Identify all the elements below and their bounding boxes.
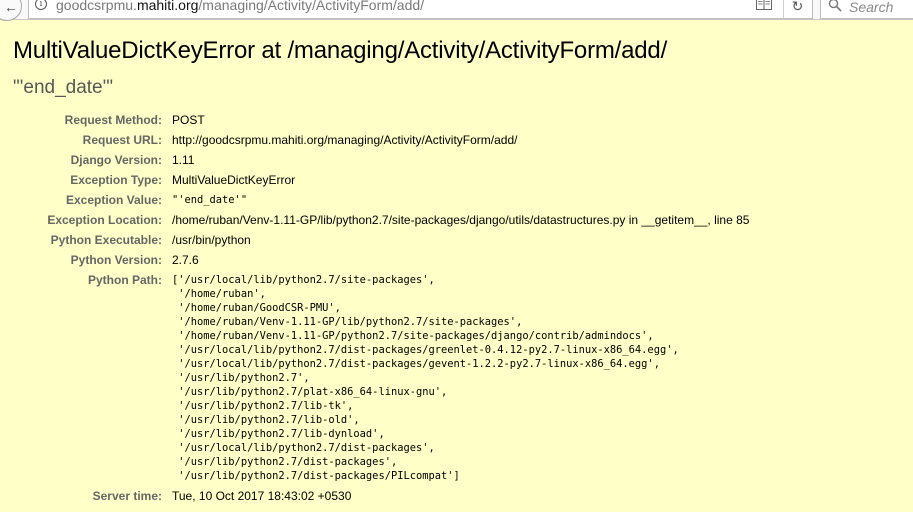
info-value: http://goodcsrpmu.mahiti.org/managing/Ac…	[172, 133, 518, 147]
python-path-entry: '/home/ruban/GoodCSR-PMU',	[172, 302, 341, 314]
python-path-entry: '/usr/lib/python2.7/plat-x86_64-linux-gn…	[172, 386, 448, 398]
info-value: "'end_date'"	[172, 194, 248, 206]
info-row-python-path: Python Path: ['/usr/local/lib/python2.7/…	[0, 270, 749, 486]
python-path-list: ['/usr/local/lib/python2.7/site-packages…	[172, 270, 749, 486]
python-path-entry: '/usr/lib/python2.7/dist-packages',	[172, 456, 398, 468]
url-domain: mahiti.org	[136, 0, 199, 13]
python-path-entry: ['/usr/local/lib/python2.7/site-packages…	[172, 274, 435, 286]
reader-view-icon[interactable]	[756, 0, 772, 10]
info-label: Python Path:	[88, 273, 162, 287]
info-row-request-url: Request URL: http://goodcsrpmu.mahiti.or…	[0, 130, 749, 150]
python-path-entry: '/usr/local/lib/python2.7/dist-packages/…	[172, 358, 660, 370]
info-label: Python Version:	[70, 253, 162, 267]
info-row-exception-type: Exception Type: MultiValueDictKeyError	[0, 170, 749, 190]
info-row-django-version: Django Version: 1.11	[0, 150, 749, 170]
python-path-entry: '/usr/lib/python2.7/lib-dynload',	[172, 428, 385, 440]
info-value: Tue, 10 Oct 2017 18:43:02 +0530	[172, 489, 352, 503]
browser-toolbar: ← i goodcsrpmu.mahiti.org/managing/Activ…	[0, 0, 913, 21]
info-icon[interactable]: i	[35, 0, 47, 10]
search-bar[interactable]: Search	[820, 0, 913, 19]
info-row-exception-value: Exception Value: "'end_date'"	[0, 190, 749, 210]
address-bar[interactable]: i goodcsrpmu.mahiti.org/managing/Activit…	[28, 0, 813, 19]
url-text[interactable]: goodcsrpmu.mahiti.org/managing/Activity/…	[56, 0, 424, 13]
info-label: Exception Value:	[65, 193, 162, 207]
python-path-entry: '/usr/local/lib/python2.7/dist-packages'…	[172, 442, 435, 454]
back-arrow-icon: ←	[4, 0, 18, 15]
python-path-entry: '/home/ruban/Venv-1.11-GP/python2.7/site…	[172, 330, 654, 342]
url-path: /managing/Activity/ActivityForm/add/	[198, 0, 425, 13]
info-row-python-version: Python Version: 2.7.6	[0, 250, 749, 270]
python-path-entry: '/home/ruban',	[172, 288, 266, 300]
info-label: Exception Type:	[70, 173, 162, 187]
info-value: 2.7.6	[172, 253, 199, 267]
info-value: 1.11	[172, 153, 195, 167]
info-row-request-method: Request Method: POST	[0, 110, 749, 130]
info-value: ['/usr/local/lib/python2.7/site-packages…	[172, 270, 749, 486]
python-path-entry: '/usr/local/lib/python2.7/dist-packages/…	[172, 344, 679, 356]
info-label: Request Method:	[64, 113, 162, 127]
search-icon	[828, 0, 842, 12]
request-info-table: Request Method: POST Request URL: http:/…	[0, 110, 749, 506]
info-label: Request URL:	[82, 133, 162, 147]
python-path-entry: '/usr/lib/python2.7/dist-packages/PILcom…	[172, 470, 460, 482]
info-label: Exception Location:	[47, 213, 162, 227]
info-value: POST	[172, 113, 205, 127]
info-row-server-time: Server time: Tue, 10 Oct 2017 18:43:02 +…	[0, 486, 749, 506]
info-value: /home/ruban/Venv-1.11-GP/lib/python2.7/s…	[172, 213, 750, 227]
python-path-entry: '/home/ruban/Venv-1.11-GP/lib/python2.7/…	[172, 316, 523, 328]
back-button[interactable]: ←	[0, 0, 22, 21]
python-path-entry: '/usr/lib/python2.7',	[172, 372, 310, 384]
info-row-exception-location: Exception Location: /home/ruban/Venv-1.1…	[0, 210, 749, 230]
python-path-entry: '/usr/lib/python2.7/lib-old',	[172, 414, 360, 426]
info-row-python-executable: Python Executable: /usr/bin/python	[0, 230, 749, 250]
python-path-entry: '/usr/lib/python2.7/lib-tk',	[172, 400, 354, 412]
info-label: Django Version:	[70, 153, 162, 167]
info-label: Server time:	[92, 489, 162, 503]
url-prefix: goodcsrpmu.	[56, 0, 137, 13]
search-input[interactable]: Search	[849, 0, 893, 15]
exception-value-heading: "'end_date'"	[13, 77, 113, 98]
info-value: MultiValueDictKeyError	[172, 173, 296, 187]
reload-icon: ↻	[791, 0, 804, 14]
reload-button[interactable]: ↻	[783, 0, 811, 19]
error-title: MultiValueDictKeyError at /managing/Acti…	[13, 37, 668, 64]
info-label: Python Executable:	[50, 233, 162, 247]
info-value: /usr/bin/python	[172, 233, 251, 247]
